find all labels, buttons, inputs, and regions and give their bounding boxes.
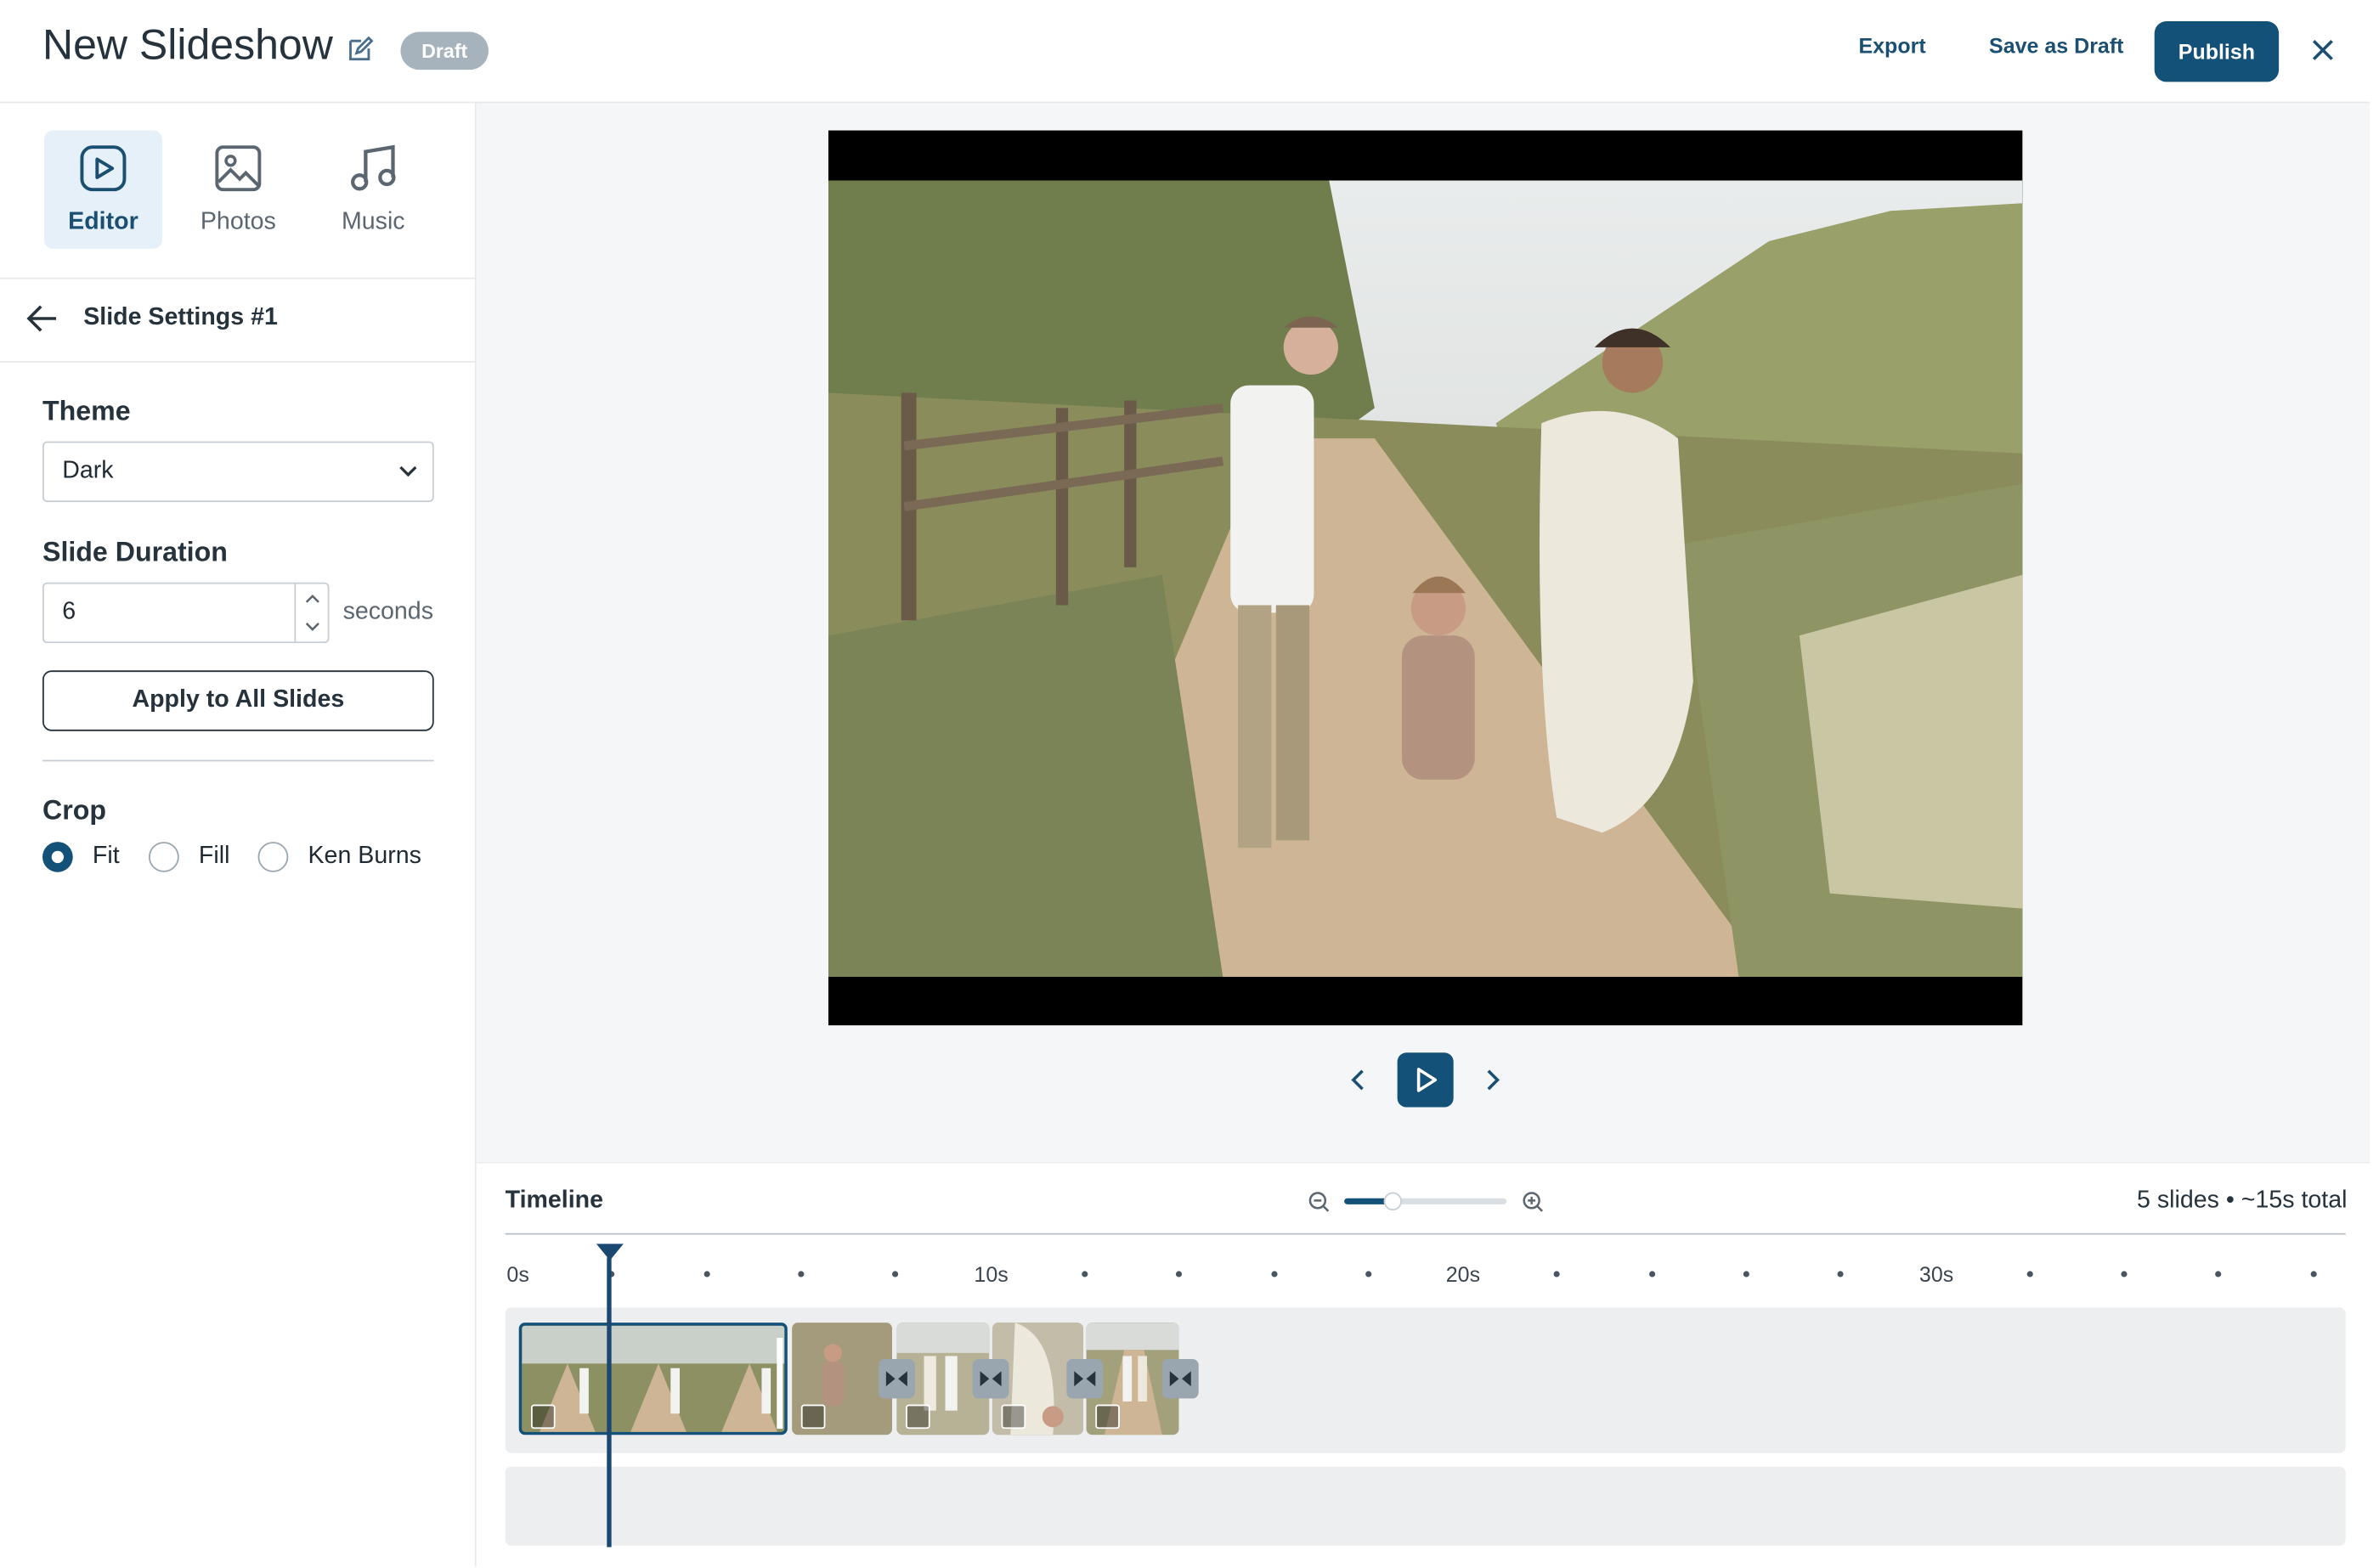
play-button[interactable]	[1397, 1052, 1454, 1108]
page-title: New Slideshow	[42, 20, 333, 69]
crop-kenburns-radio[interactable]	[257, 842, 289, 872]
timeline-title: Timeline	[505, 1187, 604, 1214]
ruler-line	[505, 1232, 2346, 1235]
crop-fit-label: Fit	[92, 843, 120, 870]
transition-icon	[885, 1371, 907, 1387]
tick-dot	[1743, 1271, 1749, 1278]
zoom-out-icon[interactable]	[1308, 1191, 1331, 1214]
edit-title-icon[interactable]	[346, 36, 374, 64]
image-icon	[215, 145, 262, 192]
divider	[42, 759, 434, 762]
tab-editor[interactable]: Editor	[43, 130, 163, 249]
duration-value: 6	[62, 599, 76, 625]
timeline-clip[interactable]	[518, 1323, 788, 1435]
slide-settings-title: Slide Settings #1	[83, 304, 278, 331]
tick-dot	[2026, 1271, 2033, 1278]
duration-input[interactable]: 6	[42, 582, 330, 644]
play-icon	[1416, 1068, 1438, 1092]
chevron-down-icon	[399, 465, 417, 477]
tick-dot	[2215, 1271, 2222, 1278]
transition-marker[interactable]	[1161, 1358, 1199, 1399]
crop-label: Crop	[42, 794, 106, 826]
divider	[0, 277, 475, 279]
tab-label: Photos	[200, 209, 276, 235]
crop-fit-radio[interactable]	[42, 842, 73, 872]
next-slide-icon[interactable]	[1483, 1068, 1504, 1092]
theme-label: Theme	[42, 396, 131, 426]
transition-marker[interactable]	[1066, 1358, 1104, 1399]
tick-dot	[2310, 1271, 2317, 1278]
stepper-down-icon[interactable]	[305, 622, 320, 632]
theme-select[interactable]: Dark	[42, 441, 434, 503]
image-icon	[800, 1404, 826, 1430]
audio-track[interactable]	[505, 1466, 2346, 1546]
apply-all-button[interactable]: Apply to All Slides	[42, 670, 434, 731]
image-icon	[1001, 1404, 1026, 1430]
timeline-summary: 5 slides • ~15s total	[2137, 1187, 2348, 1214]
stepper-up-icon[interactable]	[305, 593, 320, 603]
duration-unit: seconds	[342, 599, 433, 625]
image-icon	[906, 1404, 930, 1430]
zoom-in-icon[interactable]	[1522, 1191, 1545, 1214]
tick-dot	[1553, 1271, 1560, 1278]
crop-kenburns-label: Ken Burns	[308, 843, 421, 870]
play-square-icon	[80, 145, 127, 192]
divider	[0, 360, 475, 363]
tab-photos[interactable]: Photos	[179, 131, 297, 249]
prev-slide-icon[interactable]	[1348, 1068, 1369, 1092]
theme-value: Dark	[62, 458, 114, 484]
stepper-divider	[294, 584, 297, 642]
tick-label: 30s	[1918, 1261, 1954, 1287]
zoom-slider-handle[interactable]	[1383, 1192, 1402, 1210]
music-note-icon	[351, 144, 396, 191]
duration-label: Slide Duration	[42, 537, 228, 567]
tick-dot	[1649, 1271, 1656, 1278]
close-icon[interactable]	[2309, 37, 2337, 64]
tick-dot	[1271, 1271, 1278, 1278]
tab-label: Music	[341, 209, 405, 235]
tick-dot	[798, 1271, 805, 1278]
app-header: New Slideshow Draft Export Save as Draft…	[0, 0, 2371, 104]
timeline-clip[interactable]	[792, 1323, 892, 1435]
tick-label: 10s	[974, 1261, 1009, 1287]
publish-button[interactable]: Publish	[2154, 20, 2280, 82]
save-draft-button[interactable]: Save as Draft	[1989, 33, 2123, 70]
tick-dot	[2121, 1271, 2128, 1278]
tick-dot	[1365, 1271, 1372, 1278]
transition-icon	[1169, 1371, 1191, 1387]
export-button[interactable]: Export	[1858, 33, 1925, 70]
tick-dot	[704, 1271, 710, 1278]
tick-label: 0s	[506, 1261, 529, 1287]
image-icon	[530, 1404, 556, 1430]
tab-label: Editor	[68, 209, 138, 235]
playhead-line[interactable]	[607, 1257, 612, 1548]
crop-fill-label: Fill	[198, 843, 230, 870]
transition-icon	[1074, 1371, 1096, 1387]
tick-label: 20s	[1445, 1261, 1481, 1287]
back-arrow-icon[interactable]	[25, 303, 59, 334]
crop-fill-radio[interactable]	[148, 842, 179, 872]
slide-photo	[828, 180, 2023, 977]
transition-marker[interactable]	[878, 1358, 915, 1399]
clip-thumbnail	[522, 1325, 785, 1432]
image-icon	[1095, 1404, 1120, 1430]
tick-dot	[1837, 1271, 1844, 1278]
zoom-slider[interactable]	[1344, 1192, 1507, 1210]
tick-dot	[1175, 1271, 1183, 1278]
tick-dot	[1082, 1271, 1088, 1278]
transition-icon	[980, 1371, 1002, 1387]
tab-music[interactable]: Music	[314, 131, 432, 249]
transition-marker[interactable]	[972, 1358, 1009, 1399]
status-badge: Draft	[400, 31, 489, 71]
tick-dot	[891, 1271, 899, 1278]
